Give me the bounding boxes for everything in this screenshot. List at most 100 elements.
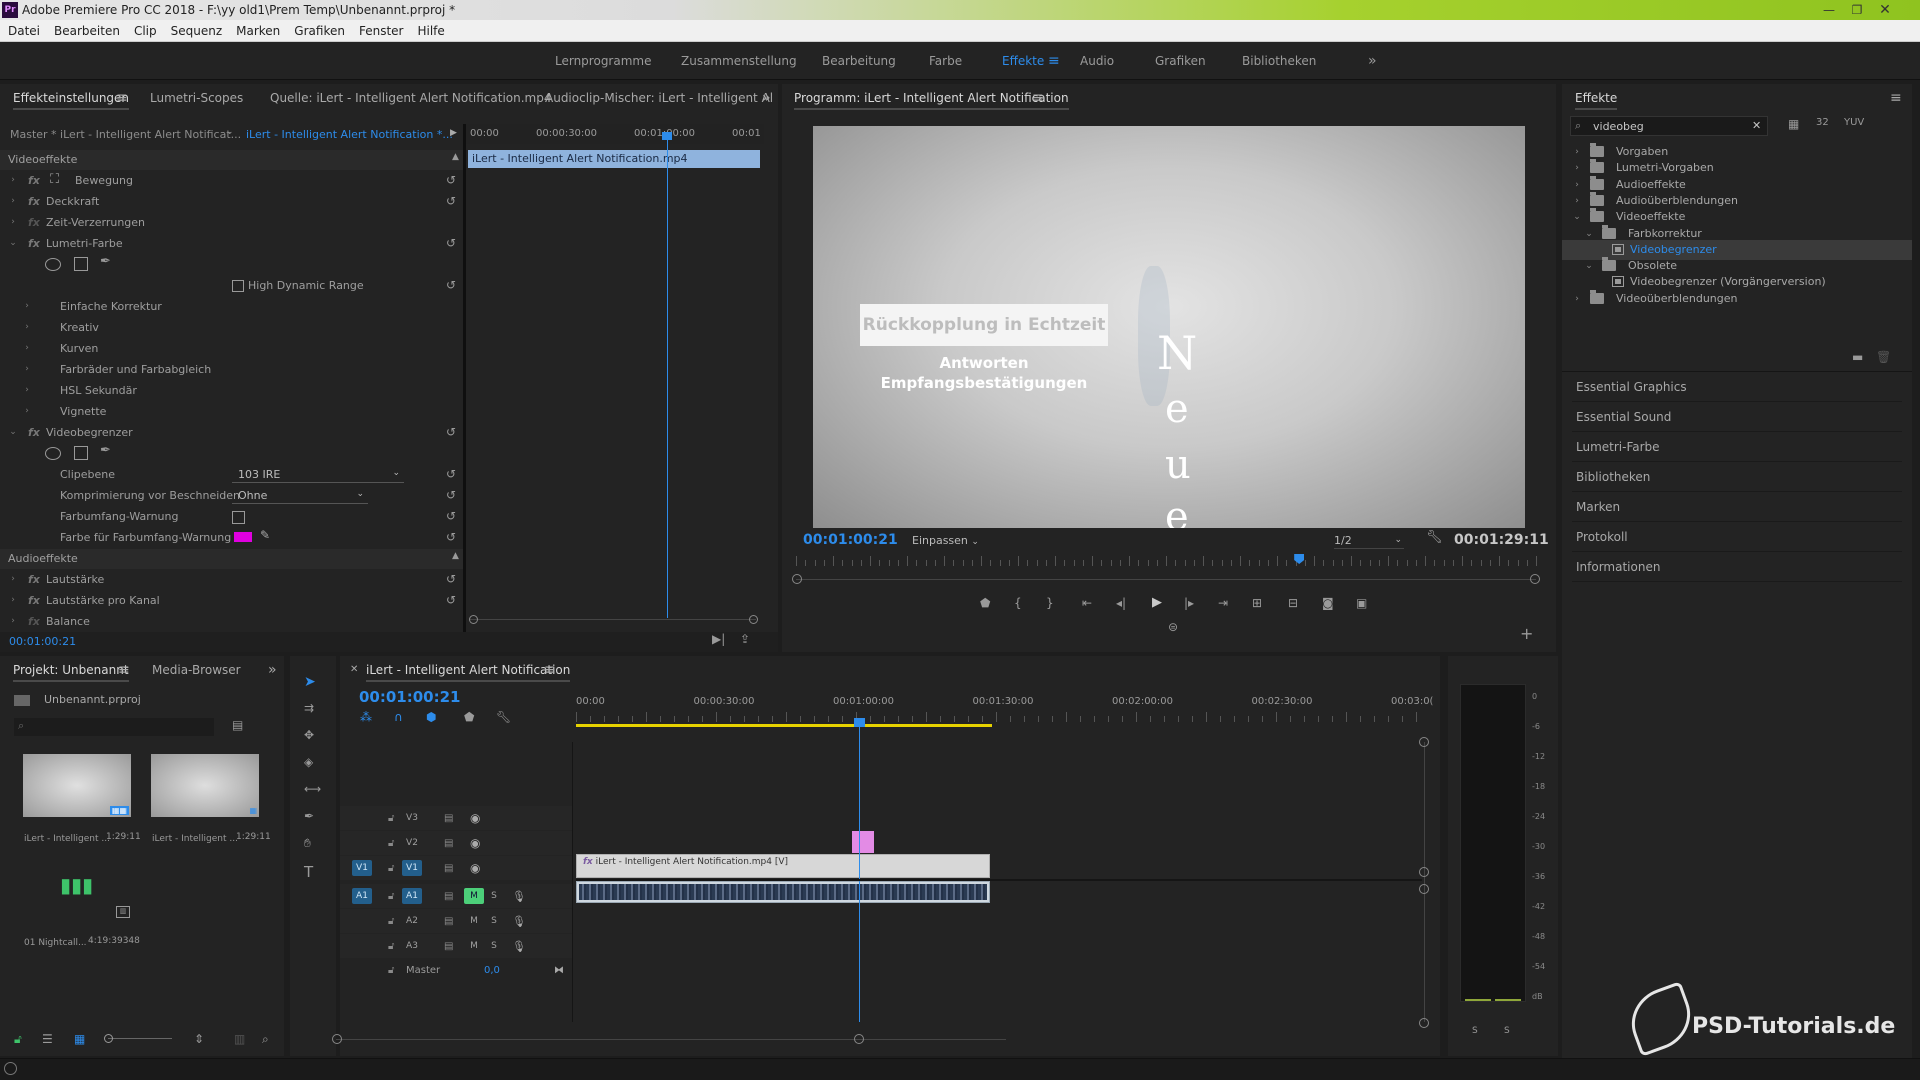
- v-scroll-handle[interactable]: [1419, 1018, 1429, 1028]
- source-patch-v1[interactable]: V1: [352, 860, 372, 876]
- lumetri-kreativ[interactable]: › Kreativ: [0, 317, 460, 338]
- panel-marken[interactable]: Marken: [1572, 492, 1902, 522]
- fit-dropdown[interactable]: Einpassen ⌄: [912, 532, 988, 549]
- v-scroll-handle[interactable]: [1419, 884, 1429, 894]
- effect-playhead[interactable]: [667, 134, 668, 618]
- panel-menu-icon[interactable]: ≡: [118, 656, 130, 684]
- playhead-handle[interactable]: [854, 718, 865, 727]
- workspace-menu-icon[interactable]: ≡: [1048, 42, 1060, 80]
- solo-button[interactable]: S: [484, 913, 504, 929]
- effects-search-box[interactable]: ⌕ videobeg ✕: [1570, 116, 1768, 136]
- effect-clip-bar[interactable]: iLert - Intelligent Alert Notification.m…: [468, 150, 760, 168]
- reset-icon[interactable]: ↺: [446, 275, 456, 296]
- nest-toggle-icon[interactable]: ⁂: [360, 710, 372, 724]
- list-view-icon[interactable]: ☰: [42, 1032, 53, 1046]
- track-target-a1[interactable]: A1: [402, 888, 422, 904]
- workspace-bearbeitung[interactable]: Bearbeitung: [822, 42, 896, 80]
- workspace-effekte[interactable]: Effekte: [1002, 42, 1044, 80]
- filter-clip-icon[interactable]: ▶|: [712, 632, 725, 646]
- panel-bibliotheken[interactable]: Bibliotheken: [1572, 462, 1902, 492]
- ellipse-mask-icon[interactable]: [45, 258, 61, 271]
- chevron-down-icon[interactable]: ⌄: [226, 127, 234, 137]
- go-to-end-icon[interactable]: ⧓: [554, 958, 564, 983]
- workspace-farbe[interactable]: Farbe: [929, 42, 962, 80]
- effect-controls-timecode[interactable]: 00:01:00:21: [9, 635, 76, 648]
- sequence-clip-selector[interactable]: iLert - Intelligent Alert Notification *…: [246, 128, 453, 141]
- zoom-slider-handle[interactable]: [104, 1034, 113, 1043]
- hdr-checkbox[interactable]: [232, 280, 244, 292]
- play-only-icon[interactable]: ▶: [450, 128, 457, 138]
- step-forward-icon[interactable]: |▸: [1184, 596, 1194, 610]
- komprimierung-dropdown[interactable]: Ohne ⌄: [232, 487, 368, 504]
- delete-icon[interactable]: 🗑︎: [1876, 350, 1891, 364]
- effect-row-videobegrenzer[interactable]: ⌄ fx Videobegrenzer ↺: [0, 422, 460, 443]
- effect-row-lautstarke[interactable]: › fx Lautstärke ↺: [0, 569, 460, 590]
- menu-fenster[interactable]: Fenster: [352, 20, 411, 42]
- scroll-handle-right[interactable]: [749, 615, 758, 624]
- lift-icon[interactable]: ⊞: [1252, 596, 1262, 610]
- collapse-up-icon[interactable]: ▲: [452, 152, 459, 162]
- project-search-input[interactable]: ⌕: [14, 718, 214, 736]
- linked-selection-icon[interactable]: ⬢: [426, 710, 436, 724]
- menu-grafiken[interactable]: Grafiken: [287, 20, 352, 42]
- effects-tree-folder[interactable]: › Videoüberblendungen: [1562, 289, 1912, 309]
- workspace-audio[interactable]: Audio: [1080, 42, 1114, 80]
- ellipse-mask-icon[interactable]: [45, 447, 61, 460]
- chevron-right-icon[interactable]: ›: [1572, 289, 1582, 309]
- video-clip-v1[interactable]: fx iLert - Intelligent Alert Notificatio…: [576, 854, 990, 878]
- panel-informationen[interactable]: Informationen: [1572, 552, 1902, 582]
- panel-essential-graphics[interactable]: Essential Graphics: [1572, 372, 1902, 402]
- program-timecode[interactable]: 00:01:00:21: [803, 532, 898, 548]
- lumetri-einfache-korrektur[interactable]: › Einfache Korrektur: [0, 296, 460, 317]
- graphic-clip-v2[interactable]: [852, 831, 874, 853]
- panel-menu-icon[interactable]: ≡: [1032, 84, 1044, 112]
- tab-projekt[interactable]: Projekt: Unbenannt: [13, 656, 129, 684]
- selection-tool-icon[interactable]: ➤: [304, 674, 316, 690]
- program-scrub-bar[interactable]: [796, 554, 1537, 568]
- track-target-v1[interactable]: V1: [402, 860, 422, 876]
- minimize-icon[interactable]: —: [1816, 0, 1842, 20]
- farbumfang-checkbox[interactable]: [232, 511, 245, 524]
- timeline-v-scrollbar[interactable]: [1424, 742, 1425, 1022]
- effect-timeline-ruler[interactable]: 00:00 00:00:30:00 00:01:00:00 00:01: [466, 124, 764, 144]
- master-volume[interactable]: 0,0: [484, 958, 500, 983]
- 32bit-effects-icon[interactable]: 32: [1816, 117, 1829, 128]
- clear-search-icon[interactable]: ✕: [1752, 119, 1761, 132]
- h-scroll-handle-left[interactable]: [332, 1034, 342, 1044]
- wrench-icon[interactable]: 🔧︎: [1426, 530, 1443, 545]
- clipebene-dropdown[interactable]: 103 IRE ⌄: [232, 466, 404, 483]
- menu-datei[interactable]: Datei: [0, 20, 47, 42]
- menu-hilfe[interactable]: Hilfe: [410, 20, 451, 42]
- eye-icon[interactable]: ◉: [470, 831, 480, 856]
- program-monitor-title[interactable]: Programm: iLert - Intelligent Alert Noti…: [794, 84, 1069, 112]
- panel-protokoll[interactable]: Protokoll: [1572, 522, 1902, 552]
- razor-tool-icon[interactable]: ◈: [304, 755, 313, 769]
- microphone-icon[interactable]: 🎙︎: [512, 909, 526, 934]
- find-icon[interactable]: ⌕: [262, 1032, 269, 1047]
- solo-right-button[interactable]: S: [1504, 1026, 1510, 1036]
- panel-menu-icon[interactable]: ≡: [544, 656, 556, 684]
- work-area-bar[interactable]: [576, 724, 992, 727]
- timeline-timecode[interactable]: 00:01:00:21: [359, 688, 461, 706]
- more-tabs-icon[interactable]: »: [268, 656, 277, 684]
- tab-quelle[interactable]: Quelle: iLert - Intelligent Alert Notifi…: [270, 84, 551, 112]
- audio-waveform-icon[interactable]: ▮▮▮: [60, 874, 93, 896]
- play-icon[interactable]: ▶: [1152, 595, 1162, 610]
- track-target-v3[interactable]: V3: [402, 810, 422, 826]
- project-thumbnail[interactable]: ▦▦: [23, 754, 131, 817]
- mute-button[interactable]: M: [464, 938, 484, 954]
- pen-tool-icon[interactable]: ✒: [304, 809, 314, 823]
- collapse-up-icon[interactable]: ▲: [452, 551, 459, 561]
- lock-icon[interactable]: 🔓︎: [388, 806, 394, 831]
- accelerated-effects-icon[interactable]: ▦: [1788, 117, 1799, 131]
- v-scroll-handle[interactable]: [1419, 867, 1429, 877]
- solo-button[interactable]: S: [484, 938, 504, 954]
- tab-audioclip-mischer[interactable]: Audioclip-Mischer: iLert - Intelligent A…: [545, 84, 773, 112]
- project-thumbnail[interactable]: ▦: [151, 754, 259, 817]
- zoom-handle-left[interactable]: [792, 574, 802, 584]
- sync-lock-icon[interactable]: ▤: [444, 806, 453, 831]
- sync-lock-icon[interactable]: ▤: [444, 884, 453, 909]
- effects-search-input[interactable]: videobeg: [1593, 120, 1644, 133]
- new-bin-icon[interactable]: ▤: [232, 718, 243, 732]
- effect-playhead-handle[interactable]: [662, 132, 672, 140]
